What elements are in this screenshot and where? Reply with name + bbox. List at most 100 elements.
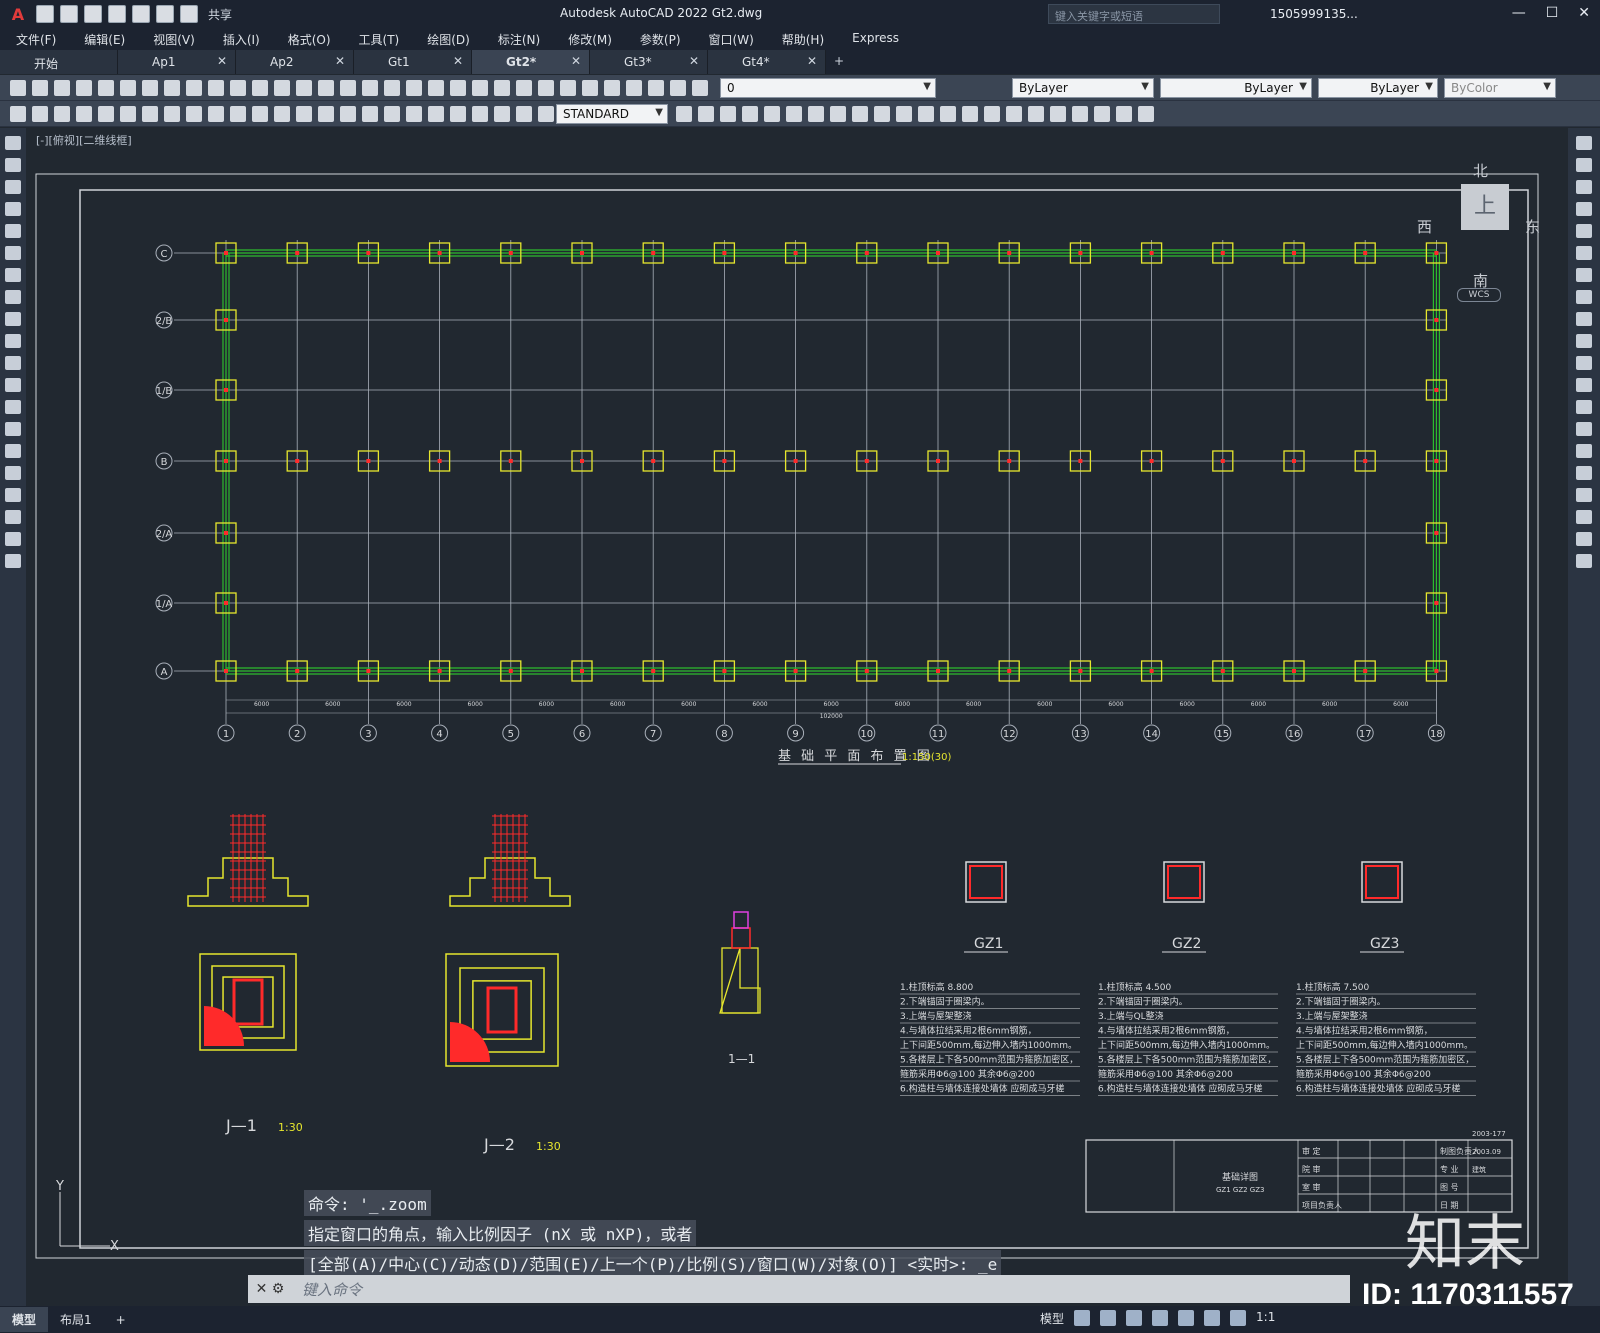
tool-icon[interactable] (1576, 246, 1592, 260)
transparency-icon[interactable] (1230, 1310, 1247, 1326)
tool-icon[interactable] (406, 80, 422, 96)
search-input[interactable]: 键入关键字或短语 (1048, 4, 1220, 24)
plotstyle-dropdown[interactable]: ByColor ▼ (1444, 78, 1556, 98)
drawing-canvas[interactable]: [-][俯视][二维线框] C 2/B 1/B B 2/A 1/A A 1 6000 2 6000 3… (26, 128, 1568, 1306)
color-dropdown[interactable]: ByLayer ▼ (1012, 78, 1154, 98)
minimize-button[interactable]: — (1512, 5, 1526, 21)
tool-icon[interactable] (274, 80, 290, 96)
tool-icon[interactable] (1576, 158, 1592, 172)
close-tab-icon[interactable]: ✕ (453, 54, 463, 68)
viewport-controls[interactable]: [-][俯视][二维线框] (36, 132, 132, 148)
new-tab-button[interactable]: + (826, 50, 852, 74)
annotation-scale[interactable]: 1:1 (1256, 1310, 1275, 1327)
tool-icon[interactable] (340, 80, 356, 96)
tool-icon[interactable] (340, 106, 356, 122)
tool-icon[interactable] (742, 106, 758, 122)
menu-item[interactable]: 格式(O) (272, 28, 343, 50)
tool-icon[interactable] (186, 80, 202, 96)
tool-icon[interactable] (1576, 444, 1592, 458)
tool-icon[interactable] (538, 80, 554, 96)
tool-icon[interactable] (450, 106, 466, 122)
tool-icon[interactable] (120, 80, 136, 96)
tool-icon[interactable] (252, 80, 268, 96)
tool-icon[interactable] (54, 106, 70, 122)
tool-icon[interactable] (1576, 224, 1592, 238)
redo-icon[interactable] (180, 5, 198, 23)
wcs-menu[interactable]: WCS (1457, 288, 1501, 302)
autocad-logo-icon[interactable]: A (6, 3, 30, 25)
tool-icon[interactable] (786, 106, 802, 122)
tool-icon[interactable] (5, 532, 21, 546)
document-tab[interactable]: Gt2* ✕ (472, 50, 590, 74)
menu-item[interactable]: 修改(M) (552, 28, 624, 50)
menu-item[interactable]: 窗口(W) (693, 28, 766, 50)
tool-icon[interactable] (76, 106, 92, 122)
tool-icon[interactable] (384, 106, 400, 122)
tool-icon[interactable] (32, 80, 48, 96)
viewcube-north[interactable]: 北 (1473, 160, 1488, 181)
tool-icon[interactable] (384, 80, 400, 96)
tool-icon[interactable] (1576, 356, 1592, 370)
tool-icon[interactable] (5, 202, 21, 216)
textstyle-dropdown[interactable]: STANDARD ▼ (556, 104, 668, 124)
tool-icon[interactable] (1576, 202, 1592, 216)
tool-icon[interactable] (5, 268, 21, 282)
user-account[interactable]: 1505999135... (1270, 7, 1358, 21)
close-tab-icon[interactable]: ✕ (335, 54, 345, 68)
menu-item[interactable]: 标注(N) (482, 28, 552, 50)
tool-icon[interactable] (1576, 268, 1592, 282)
tool-icon[interactable] (698, 106, 714, 122)
tool-icon[interactable] (5, 180, 21, 194)
tool-icon[interactable] (10, 80, 26, 96)
tool-icon[interactable] (1576, 334, 1592, 348)
tool-icon[interactable] (98, 106, 114, 122)
tool-icon[interactable] (318, 106, 334, 122)
tool-icon[interactable] (1576, 466, 1592, 480)
tool-icon[interactable] (164, 106, 180, 122)
menu-item[interactable]: 绘图(D) (411, 28, 482, 50)
tool-icon[interactable] (1576, 290, 1592, 304)
tool-icon[interactable] (5, 444, 21, 458)
menu-item[interactable]: 编辑(E) (68, 28, 137, 50)
tool-icon[interactable] (472, 106, 488, 122)
tool-icon[interactable] (5, 136, 21, 150)
tool-icon[interactable] (516, 106, 532, 122)
tool-icon[interactable] (1576, 422, 1592, 436)
document-tab[interactable]: Ap2 ✕ (236, 50, 354, 74)
tool-icon[interactable] (1576, 312, 1592, 326)
tool-icon[interactable] (296, 106, 312, 122)
document-tab[interactable]: Gt3* ✕ (590, 50, 708, 74)
menu-item[interactable]: 插入(I) (207, 28, 272, 50)
tool-icon[interactable] (720, 106, 736, 122)
tool-icon[interactable] (5, 158, 21, 172)
tool-icon[interactable] (5, 466, 21, 480)
tool-icon[interactable] (896, 106, 912, 122)
tool-icon[interactable] (538, 106, 554, 122)
tool-icon[interactable] (5, 356, 21, 370)
tool-icon[interactable] (692, 80, 708, 96)
tool-icon[interactable] (1576, 400, 1592, 414)
tool-icon[interactable] (10, 106, 26, 122)
tool-icon[interactable] (5, 378, 21, 392)
tool-icon[interactable] (142, 80, 158, 96)
tool-icon[interactable] (428, 106, 444, 122)
tool-icon[interactable] (54, 80, 70, 96)
tool-icon[interactable] (186, 106, 202, 122)
tool-icon[interactable] (362, 106, 378, 122)
menu-item[interactable]: 文件(F) (0, 28, 68, 50)
tool-icon[interactable] (494, 106, 510, 122)
viewcube[interactable]: 北 西 东 南 上 WCS (1417, 148, 1551, 302)
command-input[interactable]: 键入命令 (292, 1279, 362, 1300)
menu-item[interactable]: 工具(T) (343, 28, 412, 50)
close-tab-icon[interactable]: ✕ (217, 54, 227, 68)
tool-icon[interactable] (1576, 136, 1592, 150)
tool-icon[interactable] (208, 80, 224, 96)
linetype-dropdown[interactable]: ByLayer ▼ (1160, 78, 1312, 98)
tool-icon[interactable] (852, 106, 868, 122)
document-tab[interactable]: Gt1 ✕ (354, 50, 472, 74)
tool-icon[interactable] (1576, 488, 1592, 502)
grid-icon[interactable] (1074, 1310, 1091, 1326)
tool-icon[interactable] (76, 80, 92, 96)
layout-tab-layout1[interactable]: 布局1 (48, 1307, 104, 1332)
close-tab-icon[interactable]: ✕ (571, 54, 581, 68)
